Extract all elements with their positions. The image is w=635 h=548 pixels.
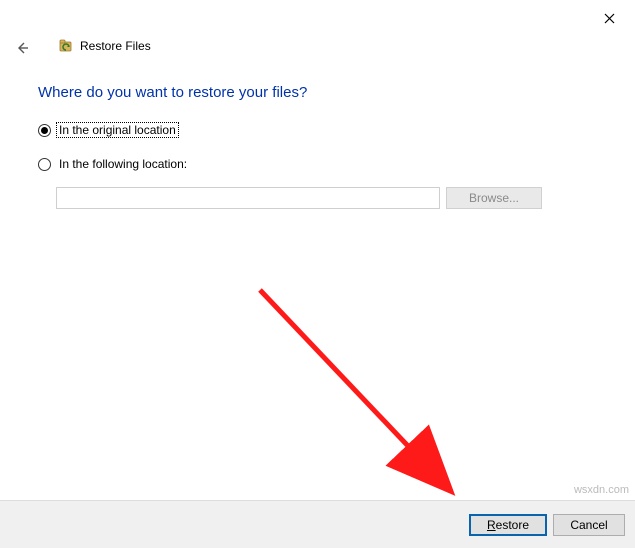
option-following-location[interactable]: In the following location:	[38, 157, 605, 171]
annotation-arrow	[250, 280, 470, 500]
footer: Restore Cancel	[0, 500, 635, 548]
browse-button: Browse...	[446, 187, 542, 209]
option-original-location[interactable]: In the original location	[38, 123, 605, 137]
back-button[interactable]	[12, 38, 32, 58]
radio-original[interactable]	[38, 124, 51, 137]
page-heading: Where do you want to restore your files?	[38, 84, 605, 101]
restore-text: estore	[496, 518, 529, 532]
radio-following-label[interactable]: In the following location:	[57, 157, 189, 171]
location-path-input[interactable]	[56, 187, 440, 209]
arrow-left-icon	[15, 41, 29, 55]
restore-button[interactable]: Restore	[469, 514, 547, 536]
restore-accel: R	[487, 518, 496, 532]
restore-files-icon	[58, 38, 74, 54]
cancel-button[interactable]: Cancel	[553, 514, 625, 536]
watermark: wsxdn.com	[574, 484, 629, 496]
radio-following[interactable]	[38, 158, 51, 171]
header: Restore Files	[58, 38, 151, 54]
radio-original-label[interactable]: In the original location	[57, 123, 178, 137]
close-button[interactable]	[593, 8, 625, 32]
close-icon	[604, 13, 615, 24]
window-title: Restore Files	[80, 39, 151, 53]
